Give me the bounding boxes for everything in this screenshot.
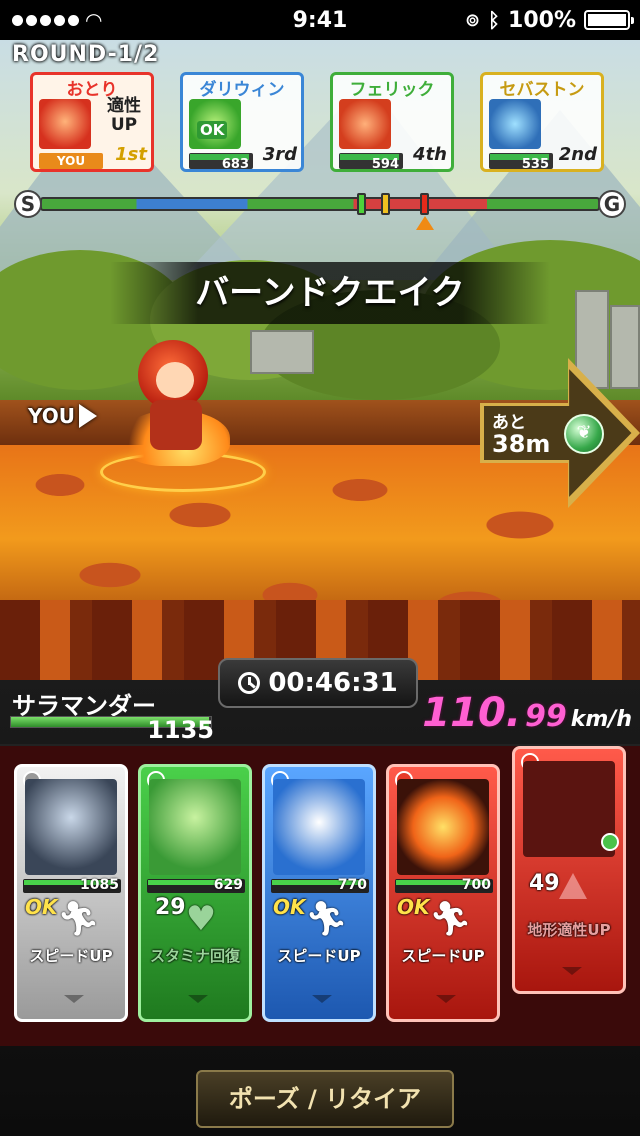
- chevron-down-icon: [312, 995, 332, 1003]
- player-position-marker: [420, 193, 429, 215]
- goal-marker: G: [598, 190, 626, 218]
- race-progress-track: S G: [14, 190, 626, 230]
- you-label: YOU: [28, 404, 76, 428]
- skill-card[interactable]: 700 OK 🏃︎ スピードUP: [386, 764, 500, 1022]
- ok-badge: OK: [25, 895, 58, 919]
- racer-card[interactable]: フェリック 594 4th: [330, 72, 454, 172]
- battery-percent: 100%: [508, 7, 576, 33]
- chevron-down-icon: [562, 967, 582, 975]
- card-portrait: [397, 779, 489, 875]
- running-icon: 🏃︎: [305, 899, 349, 939]
- skill-label: スピードUP: [277, 947, 361, 965]
- racer-card[interactable]: ダリウィン OK 683 3rd: [180, 72, 304, 172]
- skill-label: スピードUP: [401, 947, 485, 965]
- skill-banner: バーンドクエイク: [110, 262, 550, 324]
- distance-indicator: あと 38m ❦: [480, 358, 640, 508]
- speed-readout: 110. 99 km/h: [422, 690, 632, 736]
- monster-hp: 1135: [10, 714, 220, 744]
- status-right: ⊚ ᛒ 100%: [465, 8, 640, 33]
- chevron-down-icon: [188, 995, 208, 1003]
- skill-card-selected[interactable]: 49 地形適性UP: [512, 746, 626, 994]
- character-body: [150, 400, 202, 450]
- card-hp: 770: [337, 877, 367, 893]
- speed-decimal: 99: [524, 699, 567, 734]
- pointer-arrow-icon: [79, 404, 98, 428]
- racer-portrait: [39, 99, 91, 149]
- racer-card-player[interactable]: おとり 適性UP YOU 1st: [30, 72, 154, 172]
- aptitude-up-badge: 適性UP: [107, 96, 141, 135]
- racer-name: おとり: [66, 80, 118, 100]
- skill-label: 地形適性UP: [527, 921, 611, 939]
- ok-badge: OK: [197, 121, 228, 139]
- card-portrait: [273, 779, 365, 875]
- speed-integer: 110.: [422, 690, 521, 736]
- heart-icon: ♥: [185, 899, 217, 939]
- arrow-up-icon: [559, 873, 587, 899]
- bluetooth-icon: ᛒ: [488, 8, 501, 32]
- racer-name: セバストン: [499, 80, 585, 100]
- racer-card[interactable]: セバストン 535 2nd: [480, 72, 604, 172]
- racer-hp-bar: 535: [489, 153, 553, 172]
- card-portrait: [149, 779, 241, 875]
- you-tag: YOU: [39, 153, 103, 169]
- racer-hp: 594: [371, 157, 399, 172]
- cooldown-count: 49: [529, 871, 560, 896]
- battery-icon: [584, 10, 634, 30]
- skill-card[interactable]: 1085 OK 🏃︎ スピードUP: [14, 764, 128, 1022]
- timer-value: 00:46:31: [268, 668, 398, 698]
- racer-portrait: [489, 99, 541, 149]
- skill-label: スタミナ回復: [149, 947, 240, 965]
- status-bar: ◠ 9:41 ⊚ ᛒ 100%: [0, 0, 640, 40]
- leaf-orb-icon: ❦: [564, 414, 604, 454]
- racer-list: おとり 適性UP YOU 1st ダリウィン OK 683 3rd フェリック …: [30, 72, 640, 182]
- racer-position-marker: [381, 193, 390, 215]
- start-marker: S: [14, 190, 42, 218]
- skill-card[interactable]: 770 OK 🏃︎ スピードUP: [262, 764, 376, 1022]
- clock-icon: [238, 672, 261, 694]
- racer-hp-bar: 683: [189, 153, 253, 172]
- racer-hp: 683: [221, 157, 249, 172]
- speed-unit: km/h: [570, 707, 632, 732]
- racer-position-marker: [357, 193, 366, 215]
- racer-portrait: [339, 99, 391, 149]
- character-face: [156, 362, 194, 398]
- card-portrait: [25, 779, 117, 875]
- distance-value: 38m: [492, 430, 551, 458]
- running-icon: 🏃︎: [429, 899, 473, 939]
- running-icon: 🏃︎: [57, 899, 101, 939]
- round-label: ROUND-1/2: [12, 42, 160, 67]
- card-hp: 700: [461, 877, 491, 893]
- racer-rank: 3rd: [262, 144, 297, 165]
- ok-badge: OK: [397, 895, 430, 919]
- chevron-down-icon: [64, 995, 84, 1003]
- ok-badge: OK: [273, 895, 306, 919]
- racer-hp: 535: [521, 157, 549, 172]
- racer-name: フェリック: [349, 80, 435, 100]
- player-pointer-icon: [416, 216, 434, 230]
- pause-retire-button[interactable]: ポーズ / リタイア: [196, 1070, 454, 1128]
- card-hp: 629: [213, 877, 243, 893]
- racer-hp-bar: 594: [339, 153, 403, 172]
- stamina-value: 1135: [147, 716, 214, 744]
- racer-rank: 2nd: [558, 144, 597, 165]
- rotation-lock-icon: ⊚: [464, 9, 481, 31]
- racer-name: ダリウィン: [199, 80, 285, 100]
- skill-card[interactable]: 629 29 ♥ スタミナ回復: [138, 764, 252, 1022]
- track-bar: [40, 197, 600, 211]
- ruin-stone: [250, 330, 314, 374]
- skill-card-tray: 1085 OK 🏃︎ スピードUP 629 29 ♥ スタミナ回復 770 OK…: [0, 744, 640, 1046]
- skill-label: スピードUP: [29, 947, 113, 965]
- element-orb-icon: [601, 833, 619, 851]
- player-character: [120, 340, 230, 466]
- chevron-down-icon: [436, 995, 456, 1003]
- signal-wifi: ◠: [0, 8, 102, 32]
- you-indicator: YOU: [28, 404, 98, 428]
- card-hp: 1085: [80, 877, 119, 893]
- race-timer: 00:46:31: [218, 658, 418, 708]
- race-screen: ◠ 9:41 ⊚ ᛒ 100% ROUND-1/2 おとり 適性UP YOU 1…: [0, 0, 640, 1136]
- signal-icon: [12, 14, 79, 26]
- racer-rank: 1st: [115, 144, 147, 165]
- racer-rank: 4th: [413, 144, 447, 165]
- wifi-icon: ◠: [85, 8, 103, 32]
